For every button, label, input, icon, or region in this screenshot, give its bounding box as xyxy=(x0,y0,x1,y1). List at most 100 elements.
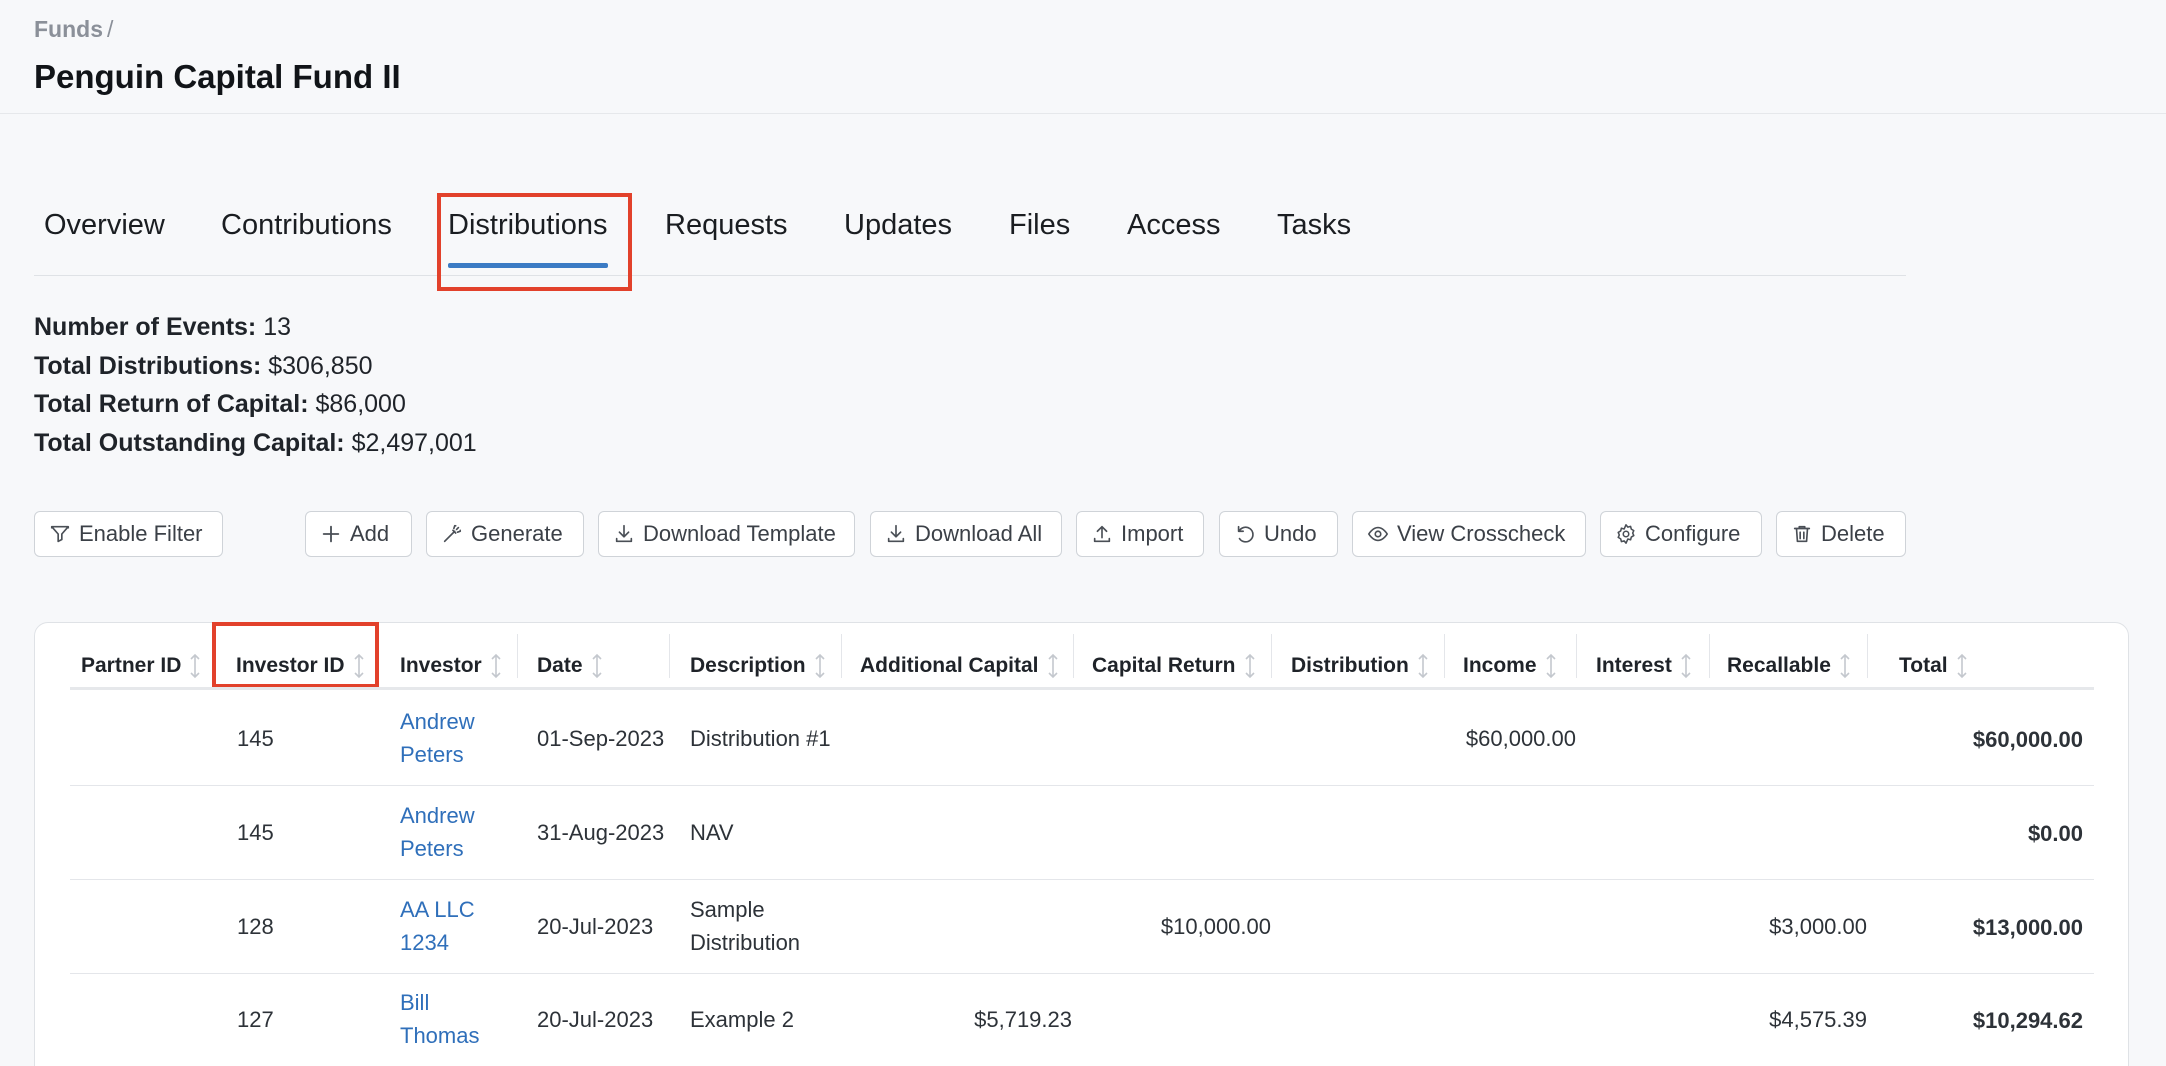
cell-date: 20-Jul-2023 xyxy=(537,914,654,939)
generate-button[interactable]: Generate xyxy=(426,511,584,557)
column-header-label: Income xyxy=(1463,654,1537,677)
column-header-label: Additional Capital xyxy=(860,654,1039,677)
column-header-investor-id[interactable]: Investor ID xyxy=(236,640,365,692)
summary-value: $86,000 xyxy=(315,390,406,418)
page-header: Funds / Penguin Capital Fund II xyxy=(0,0,2166,114)
sort-icon[interactable] xyxy=(1244,652,1256,680)
column-header-label: Total xyxy=(1899,654,1948,677)
column-header-label: Interest xyxy=(1596,654,1672,677)
cell-capital-return: $10,000.00 xyxy=(1160,914,1271,939)
cell-description: Distribution xyxy=(690,930,801,955)
column-separator xyxy=(212,634,213,678)
distribution-summary: Number of Events: 13 Total Distributions… xyxy=(34,312,477,466)
summary-total-return-of-capital: Total Return of Capital: $86,000 xyxy=(34,389,477,428)
sort-icon[interactable] xyxy=(1545,652,1557,680)
column-header-distribution[interactable]: Distribution xyxy=(1291,640,1429,692)
cell-investor-link[interactable]: AA LLC xyxy=(400,893,475,926)
configure-label: Configure xyxy=(1645,521,1741,546)
undo-icon xyxy=(1234,523,1256,545)
sort-icon[interactable] xyxy=(1417,652,1429,680)
cell-investor-link[interactable]: Bill xyxy=(400,986,429,1019)
undo-label: Undo xyxy=(1264,521,1317,546)
tab-distributions[interactable]: Distributions xyxy=(448,209,608,268)
column-header-partner-id[interactable]: Partner ID xyxy=(81,640,201,692)
sort-icon[interactable] xyxy=(189,652,201,680)
summary-label: Total Return of Capital: xyxy=(34,390,309,418)
page-title: Penguin Capital Fund II xyxy=(34,58,401,95)
column-header-label: Investor ID xyxy=(236,654,345,677)
summary-value: $2,497,001 xyxy=(351,428,477,457)
sort-icon[interactable] xyxy=(1047,652,1059,680)
summary-value: $306,850 xyxy=(268,351,373,380)
breadcrumb: Funds / xyxy=(34,16,113,43)
cell-investor-id: 127 xyxy=(237,1007,274,1032)
tab-files[interactable]: Files xyxy=(1009,209,1070,242)
summary-label: Total Distributions: xyxy=(34,351,262,380)
column-header-income[interactable]: Income xyxy=(1463,640,1557,692)
download-icon xyxy=(613,523,635,545)
cell-investor-link[interactable]: Thomas xyxy=(400,1019,479,1052)
enable-filter-label: Enable Filter xyxy=(79,521,203,546)
summary-label: Total Outstanding Capital: xyxy=(34,428,345,457)
column-header-capital-return[interactable]: Capital Return xyxy=(1092,640,1256,692)
enable-filter-button[interactable]: Enable Filter xyxy=(34,511,223,557)
column-header-recallable[interactable]: Recallable xyxy=(1727,640,1851,692)
column-separator xyxy=(378,634,379,678)
cell-investor-link[interactable]: Peters xyxy=(400,738,464,771)
cell-investor-id: 128 xyxy=(237,914,274,939)
column-header-description[interactable]: Description xyxy=(690,640,826,692)
tab-tasks[interactable]: Tasks xyxy=(1277,209,1351,242)
cell-investor-link[interactable]: Andrew xyxy=(400,705,475,738)
trash-icon xyxy=(1791,523,1813,545)
cell-total: $13,000.00 xyxy=(1972,915,2083,940)
download-template-button[interactable]: Download Template xyxy=(598,511,855,557)
column-header-date[interactable]: Date xyxy=(537,640,603,692)
cell-investor-link[interactable]: Peters xyxy=(400,832,464,865)
cell-description: Example 2 xyxy=(690,1007,794,1032)
column-separator xyxy=(1073,634,1074,678)
upload-icon xyxy=(1091,523,1113,545)
column-header-total[interactable]: Total xyxy=(1899,640,1968,692)
delete-button[interactable]: Delete xyxy=(1776,511,1906,557)
configure-button[interactable]: Configure xyxy=(1600,511,1762,557)
view-crosscheck-button[interactable]: View Crosscheck xyxy=(1352,511,1586,557)
column-separator xyxy=(1867,634,1868,678)
column-header-investor[interactable]: Investor xyxy=(400,640,502,692)
delete-label: Delete xyxy=(1821,521,1885,546)
sort-icon[interactable] xyxy=(353,652,365,680)
cell-description: Sample xyxy=(690,897,765,922)
view-crosscheck-label: View Crosscheck xyxy=(1397,521,1566,546)
cell-date: 01-Sep-2023 xyxy=(537,726,665,751)
summary-total-outstanding-capital: Total Outstanding Capital: $2,497,001 xyxy=(34,428,477,467)
sort-icon[interactable] xyxy=(591,652,603,680)
breadcrumb-funds-link[interactable]: Funds xyxy=(34,16,103,42)
column-separator xyxy=(1709,634,1710,678)
column-header-label: Recallable xyxy=(1727,654,1831,677)
tab-overview[interactable]: Overview xyxy=(44,209,165,242)
column-separator xyxy=(669,634,670,678)
cell-investor-link[interactable]: Andrew xyxy=(400,799,475,832)
cell-investor-link[interactable]: 1234 xyxy=(400,926,449,959)
tab-updates[interactable]: Updates xyxy=(844,209,952,242)
undo-button[interactable]: Undo xyxy=(1219,511,1338,557)
magic-wand-icon xyxy=(441,523,463,545)
column-separator xyxy=(517,634,518,678)
download-all-button[interactable]: Download All xyxy=(870,511,1062,557)
column-separator xyxy=(1576,634,1577,678)
tab-requests[interactable]: Requests xyxy=(665,209,788,242)
tab-bar: Overview Contributions Distributions Req… xyxy=(34,190,1906,276)
sort-icon[interactable] xyxy=(814,652,826,680)
import-button[interactable]: Import xyxy=(1076,511,1204,557)
sort-icon[interactable] xyxy=(490,652,502,680)
add-button[interactable]: Add xyxy=(305,511,412,557)
column-header-interest[interactable]: Interest xyxy=(1596,640,1692,692)
tab-contributions[interactable]: Contributions xyxy=(221,209,392,242)
summary-value: 13 xyxy=(263,313,292,341)
sort-icon[interactable] xyxy=(1956,652,1968,680)
filter-icon xyxy=(49,523,71,545)
sort-icon[interactable] xyxy=(1680,652,1692,680)
column-header-additional-capital[interactable]: Additional Capital xyxy=(860,640,1059,692)
cell-recallable: $3,000.00 xyxy=(1769,914,1867,939)
sort-icon[interactable] xyxy=(1839,652,1851,680)
tab-access[interactable]: Access xyxy=(1127,209,1220,242)
